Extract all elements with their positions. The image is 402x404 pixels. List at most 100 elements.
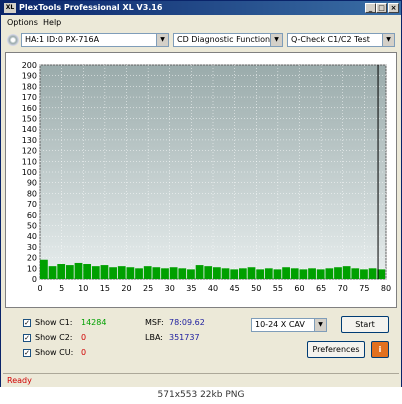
c1-bar — [204, 266, 213, 279]
y-tick-label: 40 — [27, 232, 37, 241]
show-cu-label: Show CU: — [35, 348, 74, 357]
menu-bar: Options Help — [1, 16, 401, 29]
c1-bar — [74, 262, 83, 279]
y-tick-label: 30 — [27, 243, 37, 252]
minimize-button[interactable]: _ — [365, 3, 376, 13]
y-tick-label: 170 — [22, 93, 37, 102]
c1-bar — [290, 268, 299, 279]
y-tick-label: 100 — [22, 168, 37, 177]
function-select-value: CD Diagnostic Functions — [177, 35, 275, 44]
c1-bar — [221, 268, 230, 279]
c1-bar — [195, 265, 204, 279]
show-c2-checkbox[interactable]: ✓ — [23, 334, 31, 342]
menu-help[interactable]: Help — [43, 16, 61, 29]
y-tick-label: 150 — [22, 115, 37, 124]
app-icon: XL — [4, 3, 16, 13]
x-tick-label: 80 — [381, 284, 391, 293]
x-tick-label: 20 — [121, 284, 131, 293]
c2-count: 0 — [81, 333, 87, 342]
test-select[interactable]: Q-Check C1/C2 Test ▼ — [287, 33, 395, 47]
x-tick-label: 10 — [78, 284, 88, 293]
c1-bar — [152, 267, 161, 279]
c1-bar — [143, 266, 152, 279]
x-tick-label: 0 — [37, 284, 42, 293]
start-button[interactable]: Start — [341, 316, 389, 333]
title-bar: XL PlexTools Professional XL V3.16 _ □ × — [1, 1, 401, 15]
c1-bar — [91, 266, 100, 279]
c1-bar — [187, 269, 195, 279]
x-tick-label: 60 — [294, 284, 304, 293]
c1-bar — [368, 268, 377, 279]
c1-bar — [100, 265, 109, 279]
y-tick-label: 130 — [22, 136, 37, 145]
y-tick-label: 10 — [27, 264, 37, 273]
msf-value: 78:09.62 — [169, 318, 205, 327]
c1-bar — [308, 268, 316, 279]
c1-bar — [161, 268, 169, 279]
chevron-down-icon[interactable]: ▼ — [314, 319, 326, 331]
show-c2-label: Show C2: — [35, 333, 73, 342]
show-c1-checkbox[interactable]: ✓ — [23, 319, 31, 327]
y-tick-label: 160 — [22, 104, 37, 113]
chart-panel: 0 10 20 30 40 50 60 70 80 90 100 110 120 130 140 150 160… — [5, 52, 397, 308]
c1-bar — [273, 269, 282, 279]
close-button[interactable]: × — [388, 3, 399, 13]
image-caption: 571x553 22kb PNG — [0, 387, 402, 404]
c1-bar — [40, 259, 48, 279]
x-tick-label: 40 — [208, 284, 218, 293]
x-tick-label: 55 — [273, 284, 283, 293]
speed-select-value: 10-24 X CAV — [255, 320, 305, 329]
lba-label: LBA: — [145, 333, 163, 342]
c1-bar — [126, 267, 135, 279]
chevron-down-icon[interactable]: ▼ — [156, 34, 168, 46]
drive-select-value: HA:1 ID:0 PX-716A — [25, 35, 100, 44]
results-panel: ✓ Show C1: 14284 ✓ Show C2: 0 ✓ Show CU:… — [5, 311, 397, 366]
x-tick-label: 70 — [338, 284, 348, 293]
show-c1-label: Show C1: — [35, 318, 73, 327]
c1-bar — [360, 269, 368, 279]
c1-bar — [325, 268, 334, 279]
preferences-button[interactable]: Preferences — [307, 341, 365, 358]
c1-bar — [117, 266, 126, 279]
status-text: Ready — [7, 376, 32, 385]
y-tick-label: 80 — [27, 189, 37, 198]
y-tick-label: 200 — [22, 61, 37, 70]
speed-select[interactable]: 10-24 X CAV ▼ — [251, 318, 327, 332]
c1-bar — [169, 267, 178, 279]
y-tick-label: 140 — [22, 125, 37, 134]
c1-bar — [48, 266, 57, 279]
x-tick-label: 25 — [143, 284, 153, 293]
drive-select[interactable]: HA:1 ID:0 PX-716A ▼ — [21, 33, 169, 47]
c1-bar — [247, 267, 256, 279]
y-tick-label: 0 — [32, 275, 37, 284]
y-tick-label: 90 — [27, 179, 37, 188]
c1-bar — [256, 269, 265, 279]
x-tick-label: 30 — [165, 284, 175, 293]
c1-bar — [238, 268, 247, 279]
chevron-down-icon[interactable]: ▼ — [270, 34, 282, 46]
x-tick-label: 5 — [59, 284, 64, 293]
function-select[interactable]: CD Diagnostic Functions ▼ — [173, 33, 283, 47]
info-icon: i — [378, 345, 382, 354]
info-button[interactable]: i — [371, 341, 389, 358]
x-tick-label: 15 — [100, 284, 110, 293]
c1-bar — [299, 269, 308, 279]
maximize-button[interactable]: □ — [376, 3, 387, 13]
test-select-value: Q-Check C1/C2 Test — [291, 35, 370, 44]
chevron-down-icon[interactable]: ▼ — [382, 34, 394, 46]
y-tick-label: 70 — [27, 200, 37, 209]
c1-bar — [109, 267, 117, 279]
menu-options[interactable]: Options — [7, 16, 38, 29]
msf-label: MSF: — [145, 318, 164, 327]
x-tick-label: 50 — [251, 284, 261, 293]
c1-bar — [351, 268, 360, 279]
y-tick-label: 60 — [27, 211, 37, 220]
y-tick-label: 120 — [22, 147, 37, 156]
show-cu-checkbox[interactable]: ✓ — [23, 349, 31, 357]
y-tick-label: 190 — [22, 72, 37, 81]
y-tick-label: 110 — [22, 157, 37, 166]
x-tick-label: 45 — [230, 284, 240, 293]
c1-bar — [135, 268, 143, 279]
lba-value: 351737 — [169, 333, 200, 342]
c1-bar — [316, 269, 325, 279]
